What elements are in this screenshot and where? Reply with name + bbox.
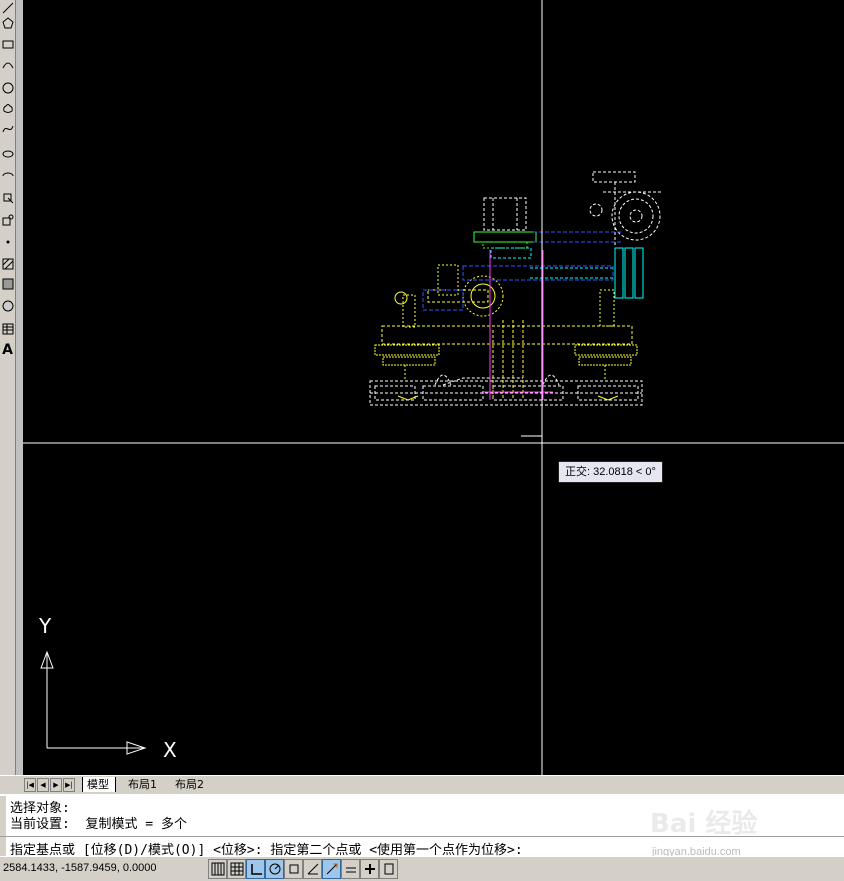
lwt-icon[interactable] [360,859,379,879]
draw-toolbar: A [0,0,16,775]
revision-cloud-icon[interactable] [1,101,14,116]
otrack-icon[interactable] [303,859,322,879]
grid-icon[interactable] [227,859,246,879]
command-grip[interactable] [0,796,6,856]
first-tab-button[interactable]: |◀ [24,778,36,792]
qp-icon[interactable] [379,859,398,879]
mechanical-drawing [369,171,663,406]
rectangle-icon[interactable] [1,36,14,51]
text-tool-label: A [2,341,13,358]
ortho-tooltip: 正交: 32.0818 < 0° [558,461,663,483]
command-history-line: 当前设置: 复制模式 = 多个 [10,817,187,832]
model-space-canvas[interactable]: Y X [23,0,844,775]
status-bar: 2584.1433, -1587.9459, 0.0000 [0,856,844,881]
prev-tab-button[interactable]: ◀ [37,778,49,792]
line-icon[interactable] [1,0,14,15]
drawing-svg: Y X [23,0,844,775]
svg-text:Bai 经验: Bai 经验 [650,808,757,839]
polar-icon[interactable] [265,859,284,879]
tab-model[interactable]: 模型 [82,777,116,793]
next-tab-button[interactable]: ▶ [50,778,62,792]
coordinate-readout: 2584.1433, -1587.9459, 0.0000 [3,862,157,874]
toolbar-gutter [16,0,23,775]
ellipse-arc-icon[interactable] [1,168,14,183]
last-tab-button[interactable]: ▶| [63,778,75,792]
ucs-y-label: Y [38,614,52,638]
circle-icon[interactable] [1,80,14,95]
point-icon[interactable] [1,234,14,249]
multiline-text-icon[interactable]: A [1,341,14,358]
ucs-x-label: X [163,738,177,762]
osnap-icon[interactable] [284,859,303,879]
region-icon[interactable] [1,298,14,313]
snap-icon[interactable] [208,859,227,879]
hatch-icon[interactable] [1,256,14,271]
tab-layout1[interactable]: 布局1 [124,777,163,792]
ortho-icon[interactable] [246,859,265,879]
tab-layout2[interactable]: 布局2 [171,777,210,792]
dyn-icon[interactable] [341,859,360,879]
ellipse-icon[interactable] [1,146,14,161]
insert-block-icon[interactable] [1,190,14,205]
spline-icon[interactable] [1,121,14,136]
make-block-icon[interactable] [1,212,14,227]
gradient-icon[interactable] [1,276,14,291]
table-icon[interactable] [1,321,14,336]
ducs-icon[interactable] [322,859,341,879]
polygon-icon[interactable] [1,15,14,30]
ucs-icon [40,650,147,755]
arc-icon[interactable] [1,56,14,71]
